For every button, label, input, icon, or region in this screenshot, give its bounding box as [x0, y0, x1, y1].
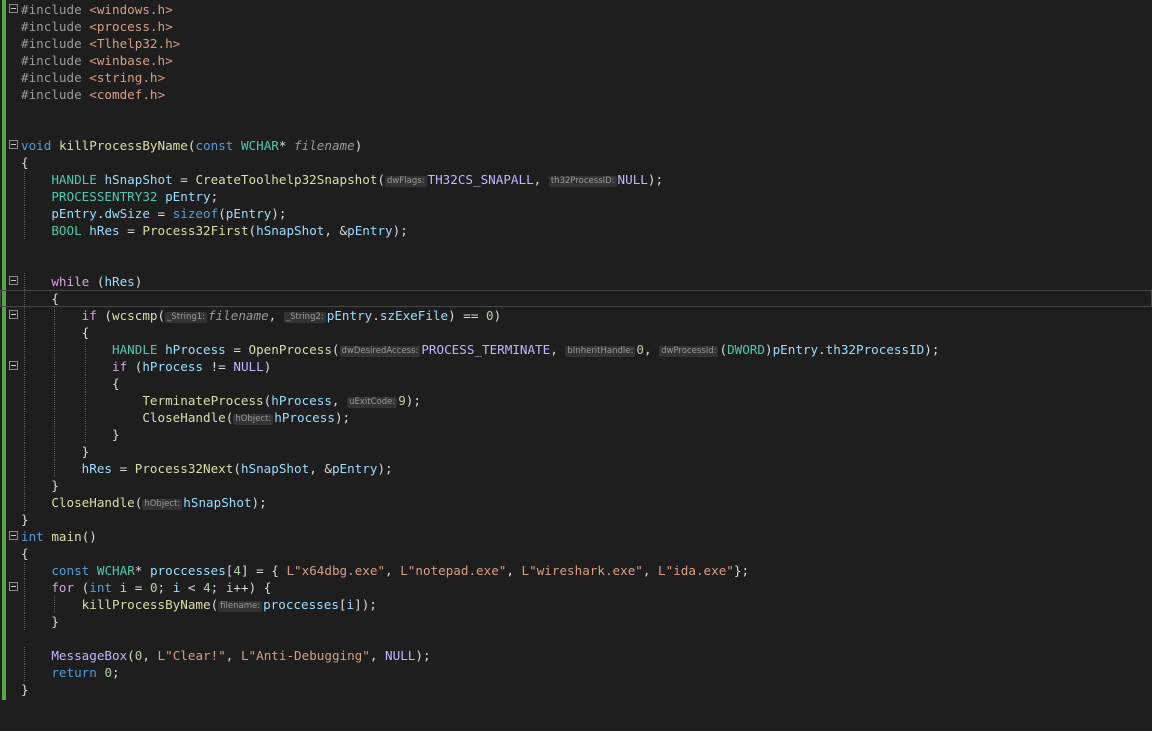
- code-text: #include <string.h>: [21, 70, 166, 85]
- code-text: for (int i = 0; i < 4; i++) {: [51, 580, 272, 595]
- code-line[interactable]: void killProcessByName(const WCHAR* file…: [0, 137, 1152, 154]
- code-text: PROCESSENTRY32 pEntry;: [51, 189, 219, 204]
- code-text: #include <windows.h>: [21, 2, 173, 17]
- code-line[interactable]: #include <winbase.h>: [0, 52, 1152, 69]
- code-text: #include <process.h>: [21, 19, 173, 34]
- code-text: }: [21, 478, 59, 493]
- code-line[interactable]: MessageBox(0, L"Clear!", L"Anti-Debuggin…: [0, 647, 1152, 664]
- code-line[interactable]: killProcessByName(filename: proccesses[i]…: [0, 596, 1152, 613]
- code-line[interactable]: const WCHAR* proccesses[4] = { L"x64dbg.…: [0, 562, 1152, 579]
- code-line[interactable]: if (wcscmp(_String1: filename, _String2: p…: [0, 307, 1152, 324]
- code-text: HANDLE hSnapShot = CreateToolhelp32Snaps…: [51, 172, 664, 187]
- collapse-region-icon[interactable]: [9, 582, 18, 591]
- code-line[interactable]: HANDLE hSnapShot = CreateToolhelp32Snaps…: [0, 171, 1152, 188]
- code-line[interactable]: if (hProcess != NULL): [0, 358, 1152, 375]
- code-text: const WCHAR* proccesses[4] = { L"x64dbg.…: [51, 563, 750, 578]
- code-text: }: [21, 512, 29, 527]
- code-line[interactable]: }: [0, 477, 1152, 494]
- code-text: }: [21, 444, 90, 459]
- code-text: #include <Tlhelp32.h>: [21, 36, 181, 51]
- code-text: hRes = Process32Next(hSnapShot, &pEntry)…: [81, 461, 393, 476]
- code-line[interactable]: #include <Tlhelp32.h>: [0, 35, 1152, 52]
- code-line[interactable]: while (hRes): [0, 273, 1152, 290]
- code-line[interactable]: [0, 120, 1152, 137]
- code-line[interactable]: }: [0, 613, 1152, 630]
- code-lines: #include <windows.h> #include <process.h>…: [0, 1, 1152, 698]
- code-line[interactable]: return 0;: [0, 664, 1152, 681]
- code-text: {: [21, 325, 90, 340]
- code-text: {: [21, 546, 29, 561]
- code-line[interactable]: int main(): [0, 528, 1152, 545]
- collapse-region-icon[interactable]: [9, 276, 18, 285]
- code-line[interactable]: CloseHandle(hObject: hSnapShot);: [0, 494, 1152, 511]
- code-line[interactable]: HANDLE hProcess = OpenProcess(dwDesiredA…: [0, 341, 1152, 358]
- code-text: BOOL hRes = Process32First(hSnapShot, &p…: [51, 223, 408, 238]
- code-line[interactable]: #include <windows.h>: [0, 1, 1152, 18]
- collapse-region-icon[interactable]: [9, 310, 18, 319]
- code-line[interactable]: }: [0, 681, 1152, 698]
- code-text: HANDLE hProcess = OpenProcess(dwDesiredA…: [112, 342, 940, 357]
- code-text: {: [21, 291, 59, 306]
- code-line[interactable]: #include <string.h>: [0, 69, 1152, 86]
- code-text: pEntry.dwSize = sizeof(pEntry);: [51, 206, 287, 221]
- code-text: #include <comdef.h>: [21, 87, 166, 102]
- code-line[interactable]: [0, 256, 1152, 273]
- code-text: }: [21, 614, 59, 629]
- code-text: #include <winbase.h>: [21, 53, 173, 68]
- code-text: CloseHandle(hObject: hSnapShot);: [51, 495, 267, 510]
- code-line[interactable]: }: [0, 511, 1152, 528]
- code-text: while (hRes): [51, 274, 143, 289]
- code-text: }: [21, 682, 29, 697]
- code-text: }: [21, 427, 120, 442]
- collapse-region-icon[interactable]: [9, 140, 18, 149]
- code-text: if (wcscmp(_String1: filename, _String2: p…: [81, 308, 502, 323]
- collapse-region-icon[interactable]: [9, 4, 18, 13]
- code-line[interactable]: #include <comdef.h>: [0, 86, 1152, 103]
- code-line[interactable]: {: [0, 375, 1152, 392]
- code-line[interactable]: BOOL hRes = Process32First(hSnapShot, &p…: [0, 222, 1152, 239]
- code-line[interactable]: [0, 103, 1152, 120]
- code-text: if (hProcess != NULL): [112, 359, 272, 374]
- code-text: int main(): [21, 529, 97, 544]
- code-text: killProcessByName(filename: proccesses[i]…: [81, 597, 377, 612]
- code-line[interactable]: CloseHandle(hObject: hProcess);: [0, 409, 1152, 426]
- code-text: {: [21, 376, 120, 391]
- code-line[interactable]: PROCESSENTRY32 pEntry;: [0, 188, 1152, 205]
- code-line[interactable]: hRes = Process32Next(hSnapShot, &pEntry)…: [0, 460, 1152, 477]
- code-text: TerminateProcess(hProcess, uExitCode: 9);: [142, 393, 421, 408]
- code-text: {: [21, 155, 29, 170]
- code-text: void killProcessByName(const WCHAR* file…: [21, 138, 363, 153]
- code-line[interactable]: {: [0, 545, 1152, 562]
- code-line[interactable]: for (int i = 0; i < 4; i++) {: [0, 579, 1152, 596]
- collapse-region-icon[interactable]: [9, 361, 18, 370]
- code-text: CloseHandle(hObject: hProcess);: [142, 410, 351, 425]
- code-line[interactable]: TerminateProcess(hProcess, uExitCode: 9);: [0, 392, 1152, 409]
- code-line[interactable]: {: [0, 290, 1152, 307]
- code-line[interactable]: #include <process.h>: [0, 18, 1152, 35]
- collapse-region-icon[interactable]: [9, 531, 18, 540]
- code-text: return 0;: [51, 665, 120, 680]
- code-line[interactable]: {: [0, 154, 1152, 171]
- code-line[interactable]: }: [0, 443, 1152, 460]
- code-text: MessageBox(0, L"Clear!", L"Anti-Debuggin…: [51, 648, 431, 663]
- code-line[interactable]: {: [0, 324, 1152, 341]
- code-editor[interactable]: #include <windows.h> #include <process.h>…: [0, 0, 1152, 731]
- code-line[interactable]: }: [0, 426, 1152, 443]
- code-line[interactable]: [0, 630, 1152, 647]
- code-line[interactable]: [0, 239, 1152, 256]
- code-line[interactable]: pEntry.dwSize = sizeof(pEntry);: [0, 205, 1152, 222]
